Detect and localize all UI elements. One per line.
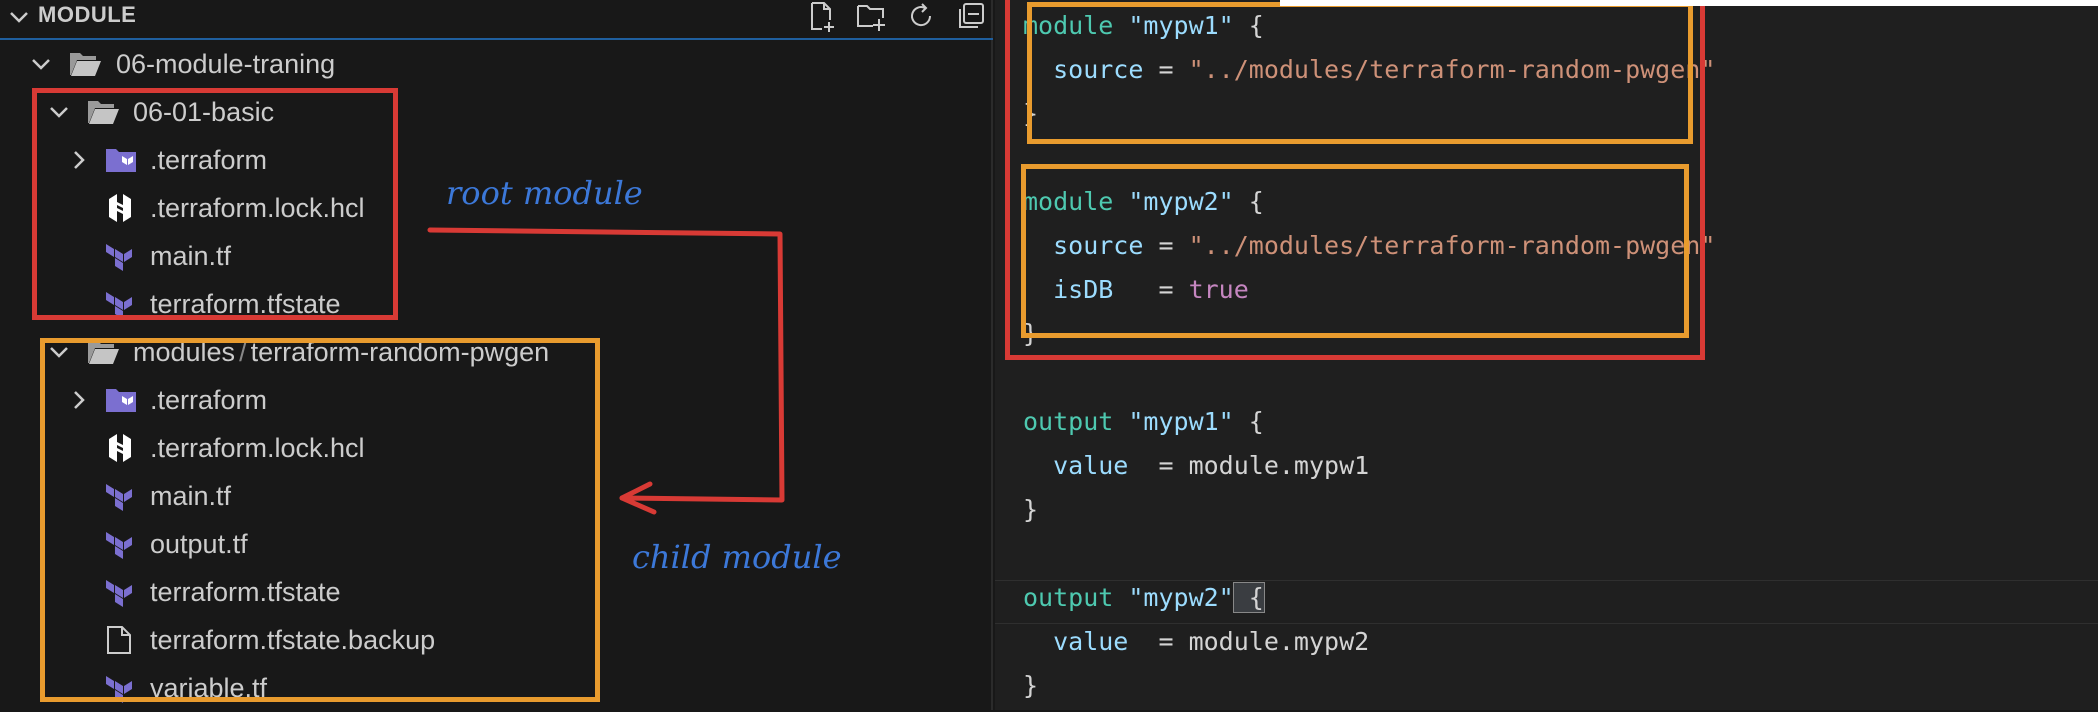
top-white-strip: [1280, 0, 2098, 6]
child-module-annotation: child module: [632, 538, 842, 576]
explorer-panel: MODULE 06-module-traning 06-01-basic .te…: [0, 0, 993, 710]
explorer-section-title: MODULE: [38, 2, 137, 27]
code-editor[interactable]: module "mypw1" { source = "../modules/te…: [995, 0, 2098, 710]
root-module-annotation: root module: [446, 174, 643, 212]
new-folder-icon[interactable]: [855, 0, 887, 32]
refresh-icon[interactable]: [905, 0, 937, 32]
code-line: }: [1023, 495, 1039, 524]
collapse-all-icon[interactable]: [955, 0, 987, 32]
code-line: output "mypw2" {: [1023, 582, 1265, 613]
code-line: output "mypw1" {: [1023, 407, 1264, 436]
chevron-down-icon[interactable]: [8, 6, 30, 28]
explorer-section-header[interactable]: MODULE: [0, 0, 993, 32]
tree-item-folder[interactable]: 06-module-traning: [0, 40, 993, 88]
chevron-down-icon: [32, 59, 50, 70]
module-calls-highlight-box: [1005, 0, 1705, 360]
annotation-arrow: [427, 227, 785, 515]
code-line: value = module.mypw1: [1023, 451, 1370, 480]
tree-item-label: 06-module-traning: [116, 48, 336, 79]
code-line: value = module.mypw2: [1023, 627, 1370, 656]
folder-open-icon: [70, 53, 101, 76]
root-module-highlight-box: [32, 88, 398, 320]
new-file-icon[interactable]: [805, 0, 837, 32]
code-line: }: [1023, 671, 1039, 700]
